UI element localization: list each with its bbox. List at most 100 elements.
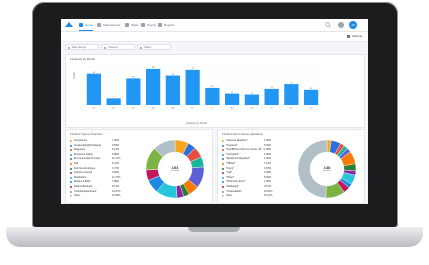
legend-label: *Other* [226, 175, 235, 179]
legend-percent: 3.57% [264, 185, 272, 188]
legend-percent: 7.14% [264, 162, 272, 165]
filter-icon [104, 47, 106, 49]
legend-row[interactable]: *Other* 5.36% [222, 176, 282, 180]
legend-percent: 3.37% [112, 166, 120, 170]
filter-label: Status [144, 46, 152, 49]
legend-swatch [222, 149, 224, 152]
bar-Dec[interactable] [304, 89, 319, 105]
bar-Apr[interactable] [146, 68, 161, 105]
category-filter[interactable]: Category [101, 44, 135, 50]
nav-item-teams[interactable]: Teams [141, 21, 156, 29]
x-tick-label: Jun [191, 108, 194, 110]
nav-item-home[interactable]: Home [79, 21, 94, 31]
legend-swatch [70, 172, 72, 175]
legend-swatch [70, 176, 72, 179]
bar-Jul[interactable] [205, 87, 220, 105]
legend-row[interactable]: Other 12.80% [70, 194, 130, 198]
legend-row[interactable]: Infection Control 3.84% [70, 171, 130, 175]
bar-value-label: 28 [132, 77, 135, 79]
legend-row[interactable]: Medication 12.17% [70, 176, 130, 180]
bar-May[interactable] [165, 75, 180, 105]
bar-Oct[interactable] [264, 88, 279, 105]
legend-percent: 2.38% [264, 171, 272, 175]
legend-label: *Lab* [226, 171, 233, 175]
legend-swatch [222, 158, 224, 161]
search-icon[interactable] [325, 22, 331, 28]
nav-item-reports[interactable]: Reports [158, 21, 175, 29]
legend-label: Unanticipated Event [74, 189, 97, 193]
legend-row[interactable]: *Radiology* 3.57% [222, 185, 282, 189]
legend-row[interactable]: Environmental Services 12.17% [70, 157, 130, 161]
nav-item-label: Submissions [103, 23, 121, 27]
legend-percent: 3.97% [264, 166, 272, 170]
legend-row[interactable]: Fall Non-Employee 3.37% [70, 167, 130, 171]
donut2-title: Incident Root Cause (detailed) [222, 132, 263, 136]
help-icon[interactable] [338, 22, 344, 28]
x-tick-label: Aug [230, 107, 234, 110]
legend-label: Mother & Baby [74, 180, 91, 184]
bar-Nov[interactable] [284, 84, 299, 105]
bar-Jun[interactable] [185, 69, 200, 105]
legend-swatch [222, 195, 224, 198]
bar-value-label: 37 [192, 68, 195, 70]
status-filter[interactable]: Status [137, 44, 171, 50]
legend-percent: 12.17% [112, 157, 121, 161]
avatar[interactable]: JS [349, 21, 357, 29]
legend-row[interactable]: *Injury* 3.97% [222, 167, 282, 171]
legend-row[interactable]: *CLABSI/Central Line Assoc. Bl...* 2.38% [222, 148, 282, 152]
x-tick-label: Mar [132, 108, 136, 110]
x-tick-label: Apr [152, 107, 155, 110]
x-tick-label: Sep [250, 108, 254, 110]
x-tick-label: Feb [112, 108, 116, 110]
legend-label: Compliance [74, 139, 88, 142]
legend-swatch [70, 140, 72, 142]
legend-swatch [222, 186, 224, 188]
legend-label: Fall Non-Employee [74, 166, 96, 170]
date-range-filter[interactable]: Date Range [65, 44, 99, 50]
legend-row[interactable]: Credentialing/Privileging 4.58% [70, 144, 130, 148]
bar-Aug[interactable] [225, 93, 240, 105]
legend-row[interactable]: *Adverse Reaction* 2.38% [222, 139, 282, 143]
bar-chart-title: Incidents by Month [70, 57, 96, 61]
legend-label: Credentialing/Privileging [74, 143, 101, 147]
x-axis-label: Incidents by Month [186, 122, 207, 125]
legend-row[interactable]: *HIPAA* 7.14% [222, 162, 282, 166]
legend-row[interactable]: Mother & Baby 7.88% [70, 180, 130, 184]
legend-row[interactable]: *Pharmacy Error* 2.38% [222, 180, 282, 184]
legend-row[interactable]: Compliance 7.84% [70, 139, 130, 143]
admin-icon [346, 34, 350, 38]
nav-item-tasks[interactable]: Tasks [125, 21, 139, 29]
root-cause-card: Incident Root Cause (detailed) *Adverse … [217, 129, 365, 204]
tasks-icon [125, 23, 129, 27]
legend-row[interactable]: Other 49.21% [222, 194, 282, 198]
legend-swatch [222, 172, 224, 175]
legend-row[interactable]: *Assisted* 5.36% [222, 144, 282, 148]
bar-Sep[interactable] [244, 94, 259, 105]
legend-percent: 13.27% [112, 189, 121, 193]
legend-row[interactable]: *Lab* 2.38% [222, 171, 282, 175]
bar-Jan[interactable] [86, 73, 101, 105]
bar-Feb[interactable] [106, 98, 121, 105]
bar-value-label: 38 [152, 67, 155, 69]
legend-swatch [70, 158, 72, 161]
bar-value-label: 31 [172, 74, 175, 76]
legend-row[interactable]: Diagnosis 6.13% [70, 148, 130, 152]
app-logo-icon[interactable] [64, 21, 74, 29]
legend-row[interactable]: Fall 6.19% [70, 162, 130, 166]
bar-value-label: 11 [251, 93, 254, 95]
app-screen: Home Submissions Tasks Teams Reports JS … [61, 19, 368, 204]
legend-label: Other [74, 194, 81, 198]
legend-row[interactable]: Unanticipated Event 13.27% [70, 190, 130, 194]
legend-percent: 2.38% [264, 148, 272, 152]
nav-item-submissions[interactable]: Submissions [97, 21, 120, 29]
legend-row[interactable]: *Equipment/Supplies* 2.38% [222, 157, 282, 161]
admins-link[interactable]: Admins [346, 33, 362, 40]
legend-row[interactable]: *Unavoidable* 10.81% [222, 190, 282, 194]
legend-row[interactable]: Patient Behavior 6.13% [70, 185, 130, 189]
x-tick-label: Jul [211, 108, 214, 110]
legend-swatch [222, 181, 224, 184]
bar-value-label: 18 [211, 86, 214, 88]
bar-Mar[interactable] [126, 78, 141, 105]
legend-row[interactable]: Employee Safety 5.88% [70, 153, 130, 157]
legend-row[interactable]: *Complaint* 2.38% [222, 153, 282, 157]
